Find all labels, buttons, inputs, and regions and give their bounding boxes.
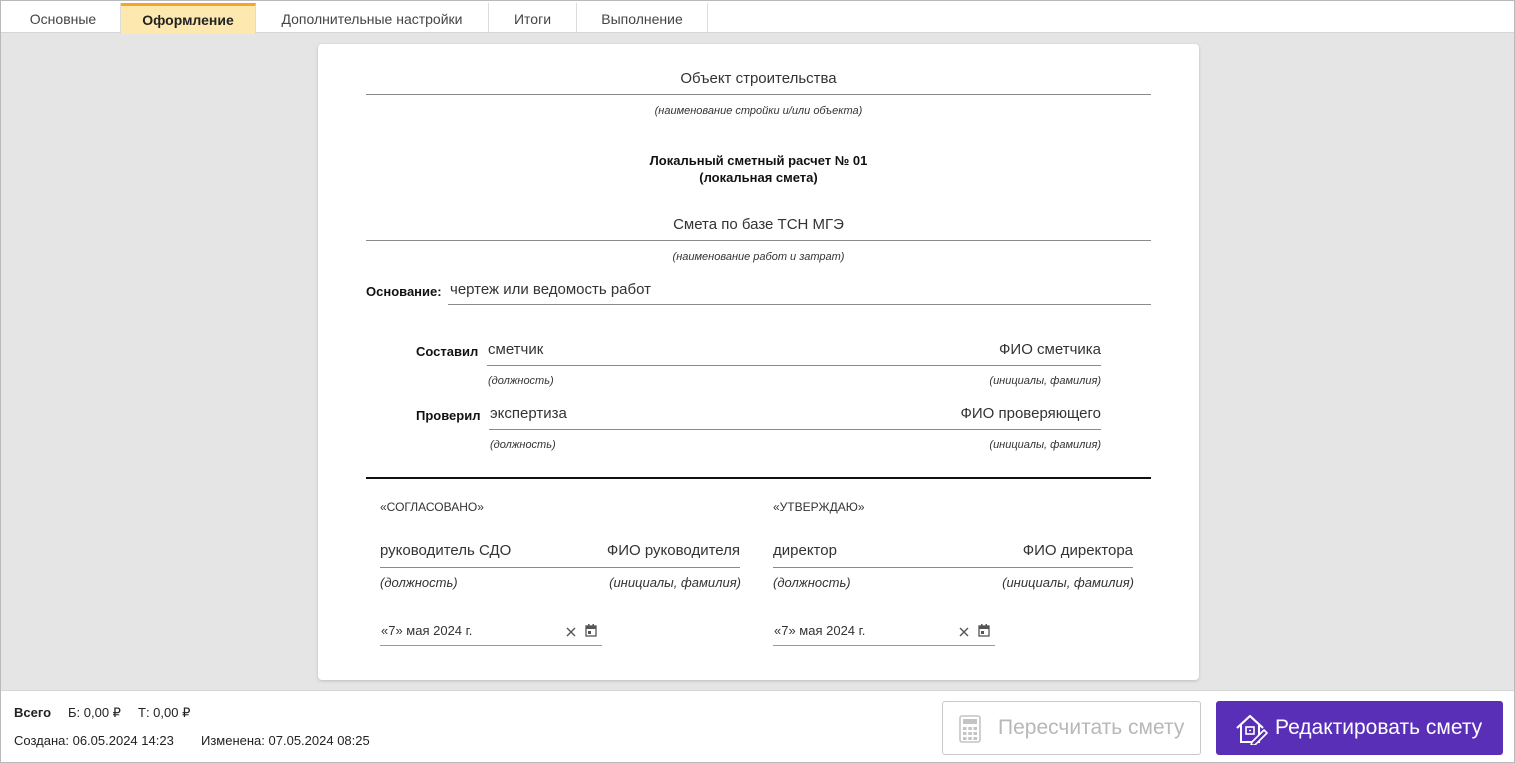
approved-name-field[interactable]: ФИО директора bbox=[1023, 542, 1133, 559]
works-underline bbox=[366, 240, 1151, 241]
checked-label: Проверил bbox=[416, 408, 481, 423]
calendar-icon[interactable] bbox=[978, 624, 990, 637]
compiled-name-field[interactable]: ФИО сметчика bbox=[999, 341, 1101, 358]
basis-underline bbox=[448, 304, 1151, 305]
agreed-underline bbox=[380, 567, 740, 568]
tab-execution[interactable]: Выполнение bbox=[577, 3, 708, 34]
estimate-form: Объект строительства (наименование строй… bbox=[318, 44, 1199, 680]
approved-underline bbox=[773, 567, 1133, 568]
basis-field[interactable]: чертеж или ведомость работ bbox=[450, 281, 651, 298]
created-date: Создана: 06.05.2024 14:23 bbox=[14, 733, 174, 748]
agreed-date-field[interactable]: «7» мая 2024 г. bbox=[381, 623, 472, 638]
estimate-title: Локальный сметный расчет № 01 bbox=[649, 153, 868, 168]
total-t-value: Т: 0,00 ₽ bbox=[138, 705, 191, 720]
basis-label: Основание: bbox=[366, 284, 442, 299]
checked-name-field[interactable]: ФИО проверяющего bbox=[960, 405, 1101, 422]
recalculate-button[interactable]: Пересчитать смету bbox=[942, 701, 1201, 755]
estimate-subtitle: (локальная смета) bbox=[699, 170, 818, 185]
compiled-position-field[interactable]: сметчик bbox=[488, 341, 543, 358]
checked-underline bbox=[489, 429, 1101, 430]
checked-name-caption: (инициалы, фамилия) bbox=[989, 439, 1101, 451]
compiled-underline bbox=[487, 365, 1101, 366]
compiled-position-caption: (должность) bbox=[488, 375, 554, 387]
agreed-position-caption: (должность) bbox=[380, 575, 458, 590]
tab-osnovnye[interactable]: Основные bbox=[6, 3, 121, 34]
agreed-position-field[interactable]: руководитель СДО bbox=[380, 542, 511, 559]
approved-date-field[interactable]: «7» мая 2024 г. bbox=[774, 623, 865, 638]
works-field[interactable]: Смета по базе ТСН МГЭ bbox=[366, 216, 1151, 233]
object-underline bbox=[366, 94, 1151, 95]
clear-icon[interactable] bbox=[958, 625, 970, 637]
tab-oformlenie[interactable]: Оформление bbox=[121, 3, 256, 34]
calculator-icon bbox=[959, 715, 981, 743]
approved-position-caption: (должность) bbox=[773, 575, 851, 590]
agreed-name-field[interactable]: ФИО руководителя bbox=[607, 542, 740, 559]
total-b-value: Б: 0,00 ₽ bbox=[68, 705, 121, 720]
agreed-date-underline bbox=[380, 645, 602, 646]
clear-icon[interactable] bbox=[565, 625, 577, 637]
recalculate-label: Пересчитать смету bbox=[998, 716, 1185, 739]
approved-heading: «УТВЕРЖДАЮ» bbox=[773, 500, 865, 514]
calendar-icon[interactable] bbox=[585, 624, 597, 637]
compiled-name-caption: (инициалы, фамилия) bbox=[989, 375, 1101, 387]
checked-position-caption: (должность) bbox=[490, 439, 556, 451]
checked-position-field[interactable]: экспертиза bbox=[490, 405, 567, 422]
house-edit-icon bbox=[1234, 713, 1268, 746]
approved-position-field[interactable]: директор bbox=[773, 542, 837, 559]
total-label: Всего bbox=[14, 705, 52, 720]
section-divider bbox=[366, 477, 1151, 479]
approved-date-underline bbox=[773, 645, 995, 646]
edit-estimate-label: Редактировать смету bbox=[1275, 716, 1483, 739]
agreed-name-caption: (инициалы, фамилия) bbox=[609, 575, 741, 590]
object-caption: (наименование стройки и/или объекта) bbox=[654, 105, 863, 117]
tab-totals[interactable]: Итоги bbox=[489, 3, 577, 34]
tab-bar: Основные Оформление Дополнительные настр… bbox=[1, 1, 1514, 34]
works-caption: (наименование работ и затрат) bbox=[672, 251, 845, 263]
compiled-label: Составил bbox=[416, 344, 479, 359]
object-field[interactable]: Объект строительства bbox=[366, 70, 1151, 87]
edit-estimate-button[interactable]: Редактировать смету bbox=[1216, 701, 1503, 755]
approved-name-caption: (инициалы, фамилия) bbox=[1002, 575, 1134, 590]
modified-date: Изменена: 07.05.2024 08:25 bbox=[201, 733, 370, 748]
tab-additional-settings[interactable]: Дополнительные настройки bbox=[256, 3, 489, 34]
footer-bar: Всего Б: 0,00 ₽ Т: 0,00 ₽ Создана: 06.05… bbox=[1, 690, 1514, 762]
agreed-heading: «СОГЛАСОВАНО» bbox=[380, 500, 484, 514]
